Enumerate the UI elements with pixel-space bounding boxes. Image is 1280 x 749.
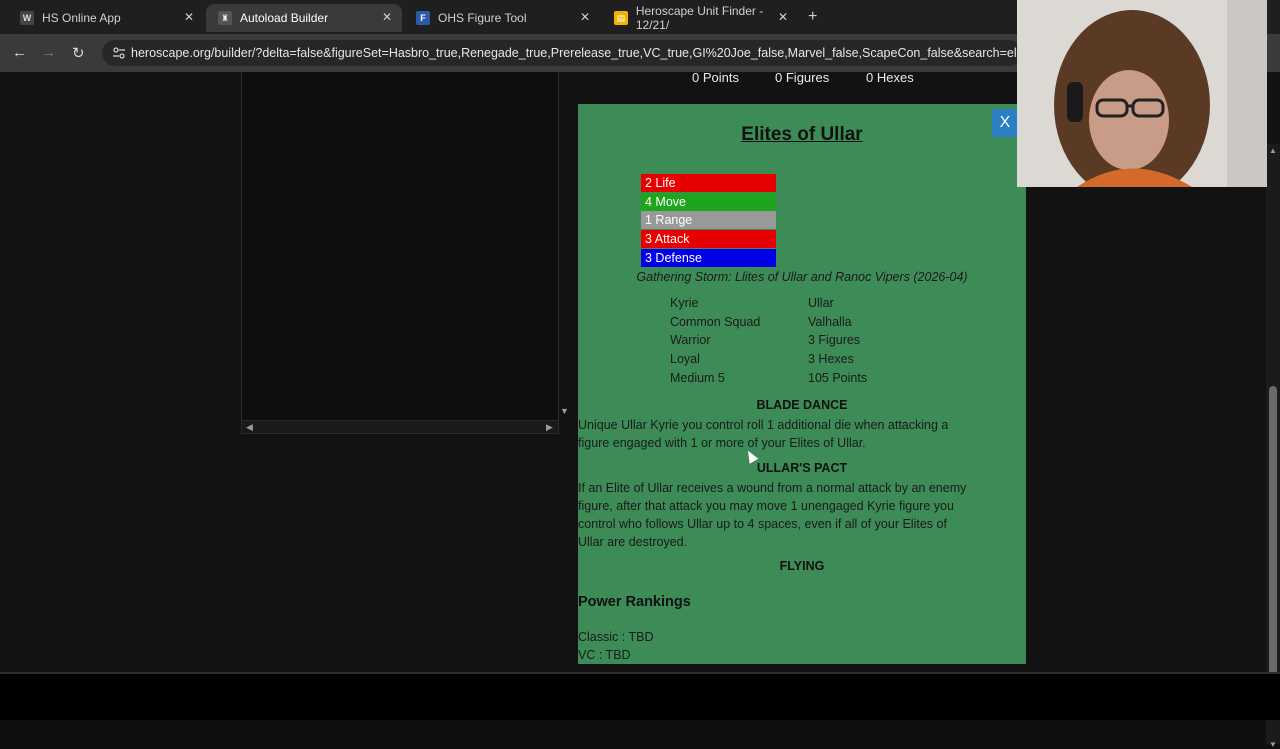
hs-app-icon: W — [20, 11, 34, 25]
forward-arrow-icon[interactable]: → — [41, 44, 56, 61]
ranking-classic: Classic : TBD — [578, 630, 654, 644]
tab-label: Autoload Builder — [240, 11, 329, 25]
tab-ohs-figure-tool[interactable]: F OHS Figure Tool ✕ — [404, 4, 600, 32]
info-type: Common Squad — [670, 315, 761, 329]
ability-text-line: Unique Ullar Kyrie you control roll 1 ad… — [578, 418, 949, 432]
info-species: Kyrie — [670, 296, 699, 310]
ohs-tool-icon: F — [416, 11, 430, 25]
power-rankings-title: Power Rankings — [578, 594, 691, 610]
unit-title: Elites of Ullar — [741, 124, 863, 145]
address-bar[interactable]: heroscape.org/builder/?delta=false&figur… — [102, 40, 1022, 66]
attack-stat: 3 Attack — [641, 230, 776, 248]
bottom-bar — [0, 672, 1280, 720]
reload-icon[interactable]: ↻ — [72, 44, 85, 62]
life-stat: 2 Life — [641, 174, 776, 192]
scroll-down-icon[interactable]: ▼ — [560, 406, 569, 416]
ability-name: BLADE DANCE — [756, 398, 848, 412]
tab-label: Heroscape Unit Finder - 12/21/ — [635, 4, 764, 32]
ability-name: ULLAR'S PACT — [756, 461, 848, 475]
tab-label: HS Online App — [42, 11, 121, 25]
back-arrow-icon[interactable]: ← — [12, 44, 27, 61]
ability-text-line: control who follows Ullar up to 4 spaces… — [578, 517, 947, 531]
ranking-vc: VC : TBD — [578, 648, 631, 662]
figures-value: 0 — [775, 70, 783, 85]
range-stat: 1 Range — [641, 211, 776, 229]
page-vertical-scrollbar[interactable]: ▲ ▼ — [1266, 144, 1280, 749]
unit-card: Elites of Ullar 2 Life 4 Move 1 Range 3 … — [578, 104, 1026, 664]
close-tab-icon[interactable]: ✕ — [580, 10, 590, 24]
close-tab-icon[interactable]: ✕ — [184, 10, 194, 24]
horizontal-scrollbar[interactable]: ◀ ▶ — [241, 420, 559, 434]
ability-text-line: figure, after that attack you may move 1… — [578, 499, 954, 513]
points-stat: 0 Points — [692, 70, 739, 85]
points-value: 0 — [692, 70, 700, 85]
close-tab-icon[interactable]: ✕ — [778, 10, 788, 24]
tab-autoload-builder[interactable]: ♜ Autoload Builder ✕ — [206, 4, 402, 32]
hexes-label: Hexes — [876, 70, 914, 85]
site-info-icon[interactable] — [112, 46, 126, 60]
info-personality: Loyal — [670, 352, 700, 366]
points-label: Points — [702, 70, 739, 85]
ability-text-line: figure engaged with 1 or more of your El… — [578, 436, 866, 450]
info-general: Ullar — [808, 296, 834, 310]
ability-text-line: If an Elite of Ullar receives a wound fr… — [578, 481, 967, 495]
tab-heroscape-unit-finder[interactable]: ▤ Heroscape Unit Finder - 12/21/ ✕ — [602, 4, 798, 32]
info-size: Medium 5 — [670, 371, 725, 385]
info-hexes: 3 Hexes — [808, 352, 854, 366]
unit-source: Gathering Storm: Llites of Ullar and Ran… — [636, 270, 968, 284]
url-text[interactable]: heroscape.org/builder/?delta=false&figur… — [131, 46, 1021, 60]
webcam-overlay — [1017, 0, 1267, 187]
army-list-pane[interactable] — [241, 72, 559, 420]
figures-stat: 0 Figures — [775, 70, 829, 85]
move-stat: 4 Move — [641, 193, 776, 211]
ability-text-line: Ullar are destroyed. — [578, 535, 688, 549]
info-points: 105 Points — [808, 371, 868, 385]
hexes-stat: 0 Hexes — [866, 70, 914, 85]
info-class: Warrior — [670, 333, 711, 347]
defense-stat: 3 Defense — [641, 249, 776, 267]
info-planet: Valhalla — [808, 315, 852, 329]
scroll-up-icon[interactable]: ▲ — [1269, 146, 1277, 155]
scroll-left-icon[interactable]: ◀ — [246, 422, 253, 433]
info-figures: 3 Figures — [808, 333, 861, 347]
close-card-button[interactable]: X — [992, 109, 1018, 137]
tab-hs-online-app[interactable]: W HS Online App ✕ — [8, 4, 204, 32]
close-tab-icon[interactable]: ✕ — [382, 10, 392, 24]
new-tab-plus-icon[interactable]: + — [808, 8, 817, 26]
scrollbar-thumb[interactable] — [1269, 386, 1277, 714]
webcam-person-image — [1017, 0, 1267, 187]
heroscape-icon: ♜ — [218, 11, 232, 25]
army-stats-bar: 0 Points 0 Figures 0 Hexes — [576, 70, 1026, 92]
scroll-down-icon[interactable]: ▼ — [1269, 740, 1277, 749]
hexes-value: 0 — [866, 70, 874, 85]
scroll-right-icon[interactable]: ▶ — [546, 422, 553, 433]
ability-name: FLYING — [779, 559, 825, 573]
sheets-icon: ▤ — [614, 11, 628, 25]
figures-label: Figures — [785, 70, 830, 85]
tab-label: OHS Figure Tool — [438, 11, 527, 25]
